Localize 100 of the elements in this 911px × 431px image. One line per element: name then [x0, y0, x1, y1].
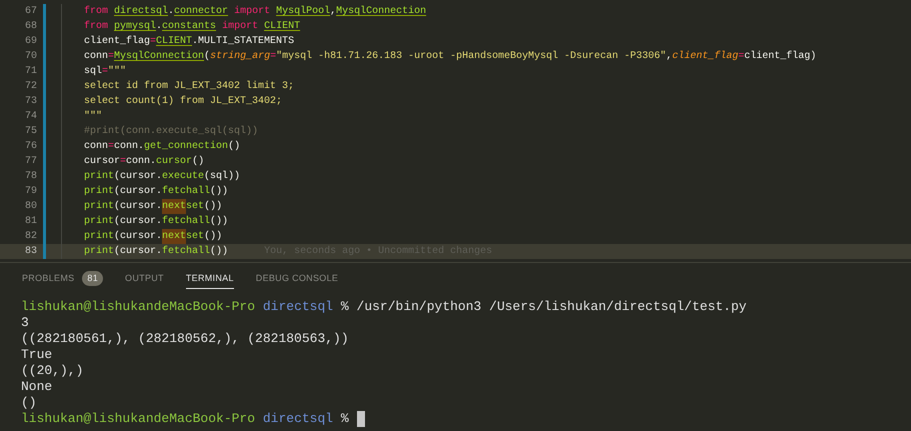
line-number: 67	[24, 5, 38, 19]
code-token: cursor	[84, 155, 120, 169]
code-token: "mysql -h81.71.26.183 -uroot -pHandsomeBoyMysql -Dsurecan -P3306"	[276, 50, 666, 64]
line-number: 68	[24, 20, 38, 34]
code-token: directsql	[114, 4, 168, 19]
code-token: CLIENT	[264, 20, 300, 34]
code-token: set	[186, 230, 204, 244]
code-token: string_arg	[210, 50, 270, 64]
code-token: =	[108, 50, 114, 64]
code-token: (cursor.	[114, 184, 162, 199]
code-token: print	[84, 184, 114, 199]
line-number: 75	[24, 125, 38, 139]
panel-tab[interactable]: OUTPUT	[125, 267, 164, 289]
prompt-sign: %	[340, 411, 349, 427]
code-token: .MULTI_STATEMENTS	[192, 35, 294, 49]
code-token: client_flag	[672, 50, 738, 64]
code-token: #print(conn.execute_sql(sql))	[84, 124, 258, 139]
code-token: ())	[204, 230, 222, 244]
terminal-command: /usr/bin/python3 /Users/lishukan/directsql/test.py	[356, 299, 747, 315]
prompt-sign: %	[340, 299, 349, 315]
code-token: next	[162, 229, 186, 244]
code-token: (cursor.	[114, 200, 162, 214]
line-number: 74	[24, 110, 38, 124]
code-token: ())	[210, 244, 228, 259]
line-number: 72	[24, 80, 38, 94]
terminal-output: 3	[21, 315, 29, 331]
code-token: from	[84, 4, 110, 19]
code-token: =	[108, 140, 114, 154]
line-number: 80	[24, 200, 38, 214]
prompt-user: lishukan@lishukandeMacBook-Pro	[21, 299, 256, 315]
prompt-directory: directsql	[262, 299, 334, 315]
code-token: connector	[174, 5, 228, 19]
code-token: =	[270, 50, 276, 64]
code-token: =	[120, 155, 126, 169]
code-token: ()	[192, 154, 204, 169]
line-number: 71	[24, 65, 38, 79]
code-token: print	[84, 214, 114, 229]
code-token: (cursor.	[114, 214, 162, 229]
code-token: set	[186, 200, 204, 214]
code-token: select count(1) from JL_EXT_3402;	[84, 94, 282, 109]
code-token: ())	[210, 214, 228, 229]
line-number: 83	[24, 245, 38, 259]
code-token: ())	[210, 184, 228, 199]
code-token: =	[150, 35, 156, 49]
line-number: 79	[24, 185, 38, 199]
code-token: import	[221, 20, 260, 34]
code-token: get_connection	[144, 140, 228, 154]
code-token: (	[204, 50, 210, 64]
line-number: 78	[24, 170, 38, 184]
code-token: fetchall	[162, 184, 210, 199]
code-token: MysqlPool	[276, 4, 330, 19]
code-token: =	[102, 65, 108, 79]
code-token: .	[156, 20, 162, 34]
code-token: CLIENT	[156, 35, 192, 49]
code-token: """	[108, 64, 126, 79]
code-token: next	[162, 199, 186, 214]
code-token: MysqlConnection	[336, 4, 426, 19]
line-number: 77	[24, 155, 38, 169]
code-token: (cursor.	[114, 230, 162, 244]
code-token: execute	[162, 170, 204, 184]
code-token: cursor	[156, 155, 192, 169]
code-token: MysqlConnection	[114, 50, 204, 64]
code-token: print	[84, 170, 114, 184]
code-token: (cursor.	[114, 244, 162, 259]
code-token: ,	[330, 5, 336, 19]
code-token: """	[84, 110, 102, 124]
code-token: client_flag)	[744, 50, 816, 64]
prompt-user: lishukan@lishukandeMacBook-Pro	[21, 411, 256, 427]
code-token: select id from JL_EXT_3402 limit 3;	[84, 80, 294, 94]
panel-tab[interactable]: TERMINAL	[186, 267, 234, 289]
code-token: ,	[666, 50, 672, 64]
code-token: print	[84, 244, 114, 259]
code-token: conn	[84, 140, 108, 154]
code-token: ()	[228, 140, 240, 154]
code-token: import	[233, 4, 272, 19]
line-number: 82	[24, 230, 38, 244]
line-number: 73	[24, 95, 38, 109]
line-number: 70	[24, 50, 38, 64]
code-token: .	[168, 5, 174, 19]
code-token: client_flag	[84, 34, 150, 49]
code-token: (cursor.	[114, 170, 162, 184]
code-token: conn	[84, 50, 108, 64]
code-token: pymysql	[114, 20, 156, 34]
line-number: 81	[24, 215, 38, 229]
line-number: 76	[24, 140, 38, 154]
prompt-directory: directsql	[262, 411, 334, 427]
terminal-output: None	[21, 379, 52, 395]
problem-count-badge: 81	[82, 270, 104, 286]
terminal-output: ()	[21, 395, 37, 411]
panel-tab[interactable]: PROBLEMS 81	[22, 267, 104, 289]
code-token: from	[84, 20, 110, 34]
code-token: constants	[162, 20, 216, 34]
code-token: =	[738, 50, 744, 64]
code-token: conn.	[114, 140, 144, 154]
code-token: conn.	[126, 155, 156, 169]
code-token: sql	[84, 64, 102, 79]
code-token: (sql))	[204, 170, 240, 184]
panel-tab[interactable]: DEBUG CONSOLE	[256, 267, 338, 289]
terminal-output: True	[21, 347, 52, 363]
code-token: fetchall	[162, 214, 210, 229]
